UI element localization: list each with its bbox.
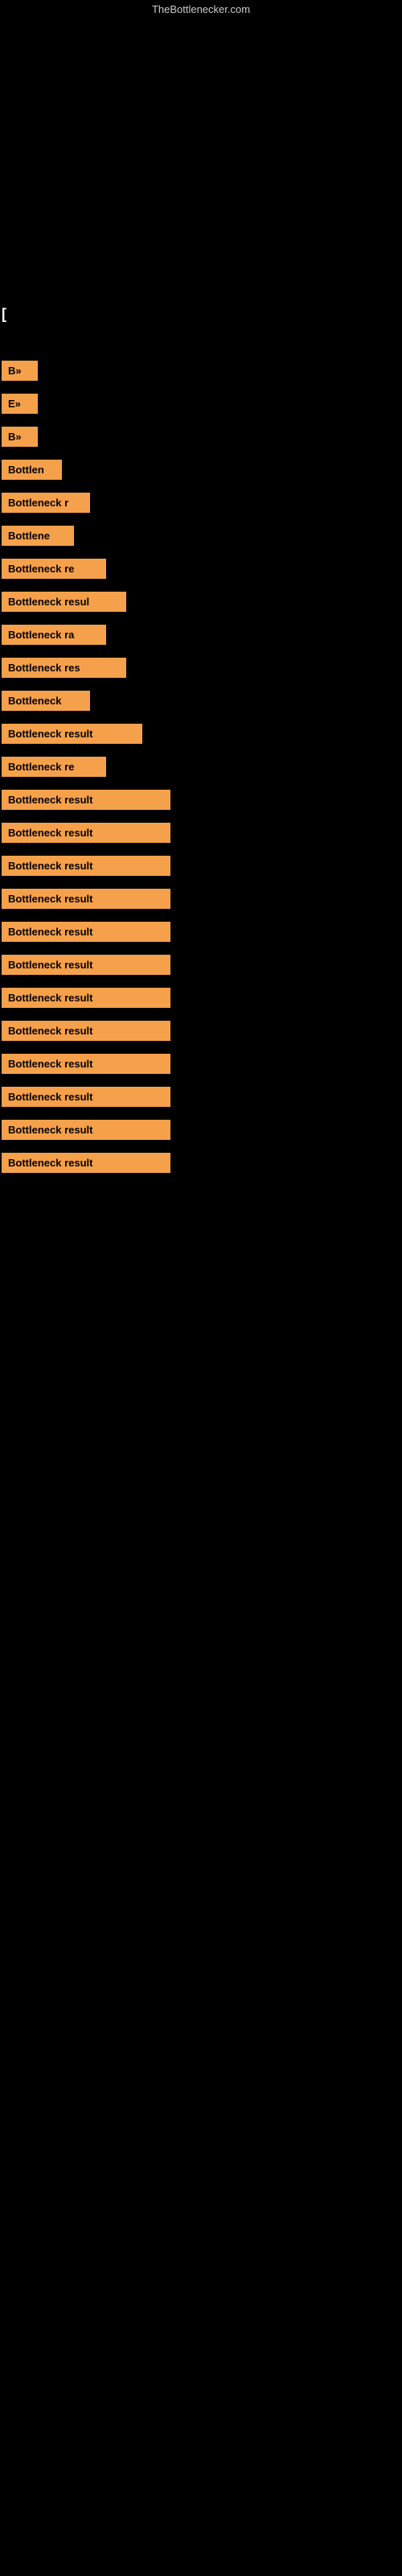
bottleneck-result-label: Bottleneck result: [2, 1120, 170, 1140]
table-row: Bottleneck result: [0, 783, 402, 816]
bottleneck-result-label: Bottleneck result: [2, 955, 170, 975]
bottleneck-result-label: Bottleneck result: [2, 889, 170, 909]
bottleneck-result-label: Bottleneck result: [2, 1021, 170, 1041]
table-row: Bottlene: [0, 519, 402, 552]
bottleneck-result-label: Bottleneck ra: [2, 625, 106, 645]
header-bracket: [: [2, 306, 6, 323]
table-row: Bottleneck result: [0, 1014, 402, 1047]
table-row: Bottleneck result: [0, 1113, 402, 1146]
table-row: Bottleneck res: [0, 651, 402, 684]
bottleneck-result-label: Bottleneck: [2, 691, 90, 711]
bottleneck-result-label: Bottleneck result: [2, 856, 170, 876]
bottleneck-result-label: Bottleneck res: [2, 658, 126, 678]
bottleneck-result-label: Bottlene: [2, 526, 74, 546]
table-row: Bottleneck re: [0, 552, 402, 585]
bottleneck-result-label: B»: [2, 427, 38, 447]
table-row: Bottleneck ra: [0, 618, 402, 651]
bottleneck-result-label: Bottleneck resul: [2, 592, 126, 612]
bottleneck-result-label: Bottleneck result: [2, 823, 170, 843]
bottleneck-result-label: Bottleneck result: [2, 922, 170, 942]
table-row: Bottleneck result: [0, 1146, 402, 1179]
bottleneck-result-label: Bottlen: [2, 460, 62, 480]
bottleneck-result-label: Bottleneck result: [2, 1054, 170, 1074]
table-row: Bottleneck resul: [0, 585, 402, 618]
table-row: B»: [0, 354, 402, 387]
rows-wrapper: B» E» B» Bottlen Bottleneck r Bottlene Bottlen…: [0, 354, 402, 1179]
table-row: Bottleneck re: [0, 750, 402, 783]
bottleneck-result-label: Bottleneck re: [2, 757, 106, 777]
bottleneck-result-label: Bottleneck result: [2, 1087, 170, 1107]
bottleneck-result-label: B»: [2, 361, 38, 381]
table-row: Bottleneck: [0, 684, 402, 717]
bottleneck-result-label: Bottleneck result: [2, 988, 170, 1008]
bottleneck-result-label: Bottleneck result: [2, 790, 170, 810]
table-row: Bottleneck result: [0, 849, 402, 882]
table-row: B»: [0, 420, 402, 453]
table-row: Bottleneck result: [0, 948, 402, 981]
table-row: Bottleneck result: [0, 915, 402, 948]
bottleneck-result-label: Bottleneck result: [2, 724, 142, 744]
bottleneck-result-label: Bottleneck r: [2, 493, 90, 513]
bottleneck-result-label: Bottleneck re: [2, 559, 106, 579]
table-row: Bottlen: [0, 453, 402, 486]
table-row: Bottleneck result: [0, 981, 402, 1014]
bottleneck-result-label: Bottleneck result: [2, 1153, 170, 1173]
table-row: Bottleneck result: [0, 816, 402, 849]
table-row: Bottleneck r: [0, 486, 402, 519]
table-row: Bottleneck result: [0, 717, 402, 750]
table-row: E»: [0, 387, 402, 420]
table-row: Bottleneck result: [0, 1047, 402, 1080]
bottleneck-result-label: E»: [2, 394, 38, 414]
table-row: Bottleneck result: [0, 882, 402, 915]
table-row: Bottleneck result: [0, 1080, 402, 1113]
